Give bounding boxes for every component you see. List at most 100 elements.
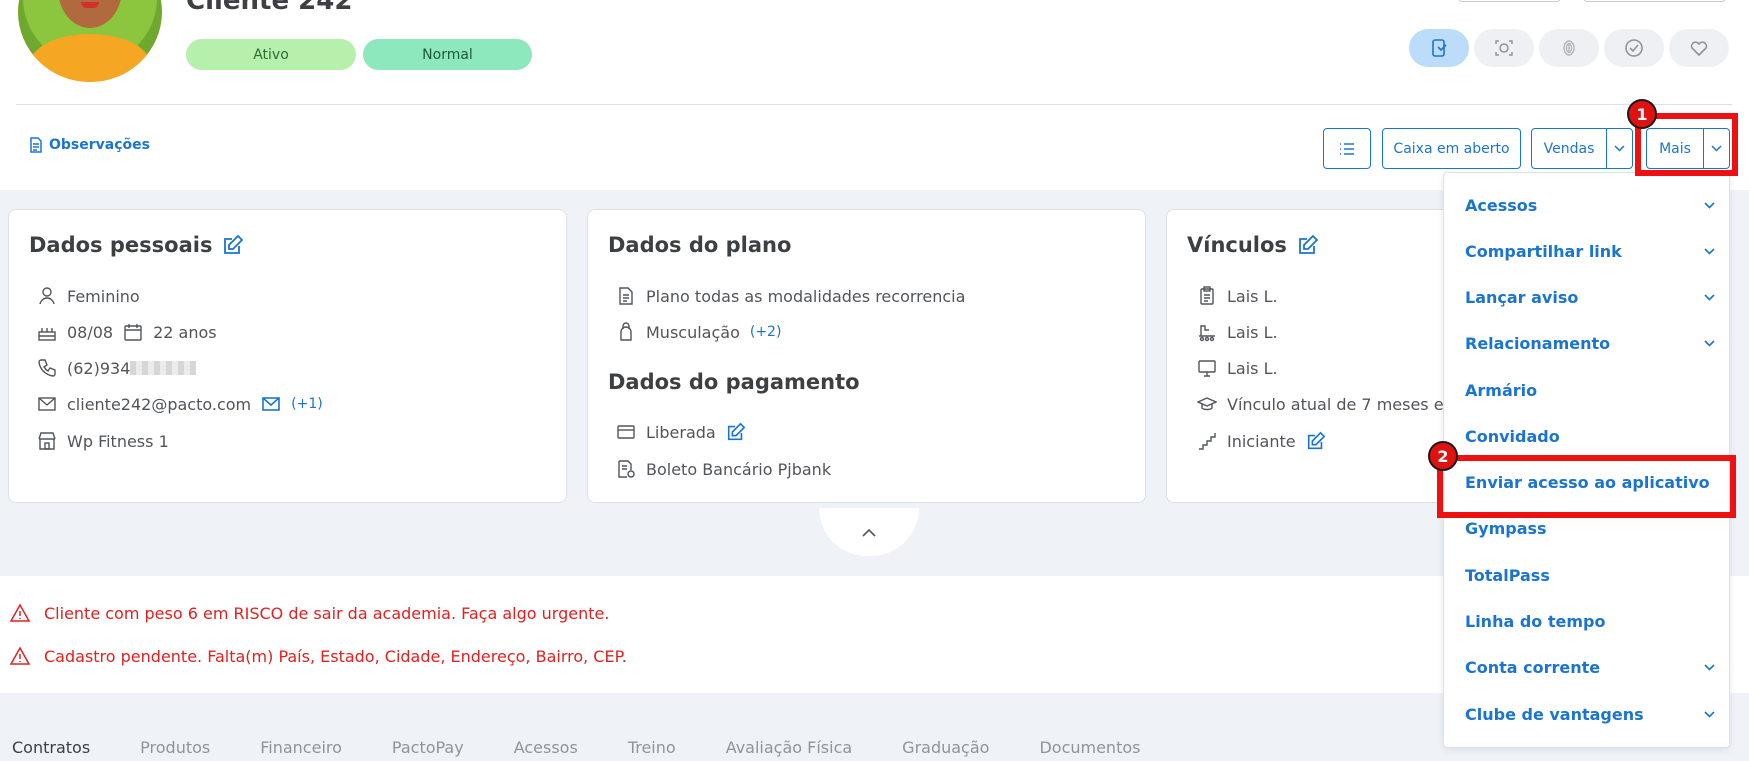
header-top-button[interactable] (1583, 0, 1726, 2)
chevron-down-icon (1704, 663, 1715, 671)
menu-item-compartilhar-link[interactable]: Compartilhar link (1465, 236, 1715, 266)
mobile-icon (1432, 39, 1447, 57)
menu-item-label: Acessos (1465, 195, 1538, 215)
mail-send-icon[interactable] (261, 394, 281, 414)
risk-badge: Normal (363, 39, 532, 70)
stairs-icon (1199, 433, 1216, 450)
menu-item-label: Armário (1465, 380, 1538, 400)
fingerprint-button[interactable] (1539, 29, 1599, 67)
more-modalidades-link[interactable]: (+2) (750, 324, 782, 340)
forma-pagamento-value: Boleto Bancário Pjbank (646, 459, 832, 479)
health-button[interactable] (1669, 29, 1729, 67)
vinculos-title: Vínculos (1187, 233, 1319, 257)
dados-pagamento-title: Dados do pagamento (608, 370, 860, 394)
step-badge: 2 (1428, 441, 1458, 471)
menu-item-linha-do-tempo[interactable]: Linha do tempo (1465, 606, 1715, 636)
menu-item-label: TotalPass (1465, 565, 1550, 585)
menu-item-label: Linha do tempo (1465, 611, 1606, 631)
graduation-cap-icon (1197, 397, 1217, 411)
more-emails-link[interactable]: (+1) (291, 396, 323, 412)
modalidade-row: Musculação (+2) (616, 322, 781, 342)
edit-icon[interactable] (222, 234, 244, 256)
email-value: cliente242@pacto.com (67, 394, 252, 414)
menu-item-convidado[interactable]: Convidado (1465, 421, 1715, 451)
professor-value: Lais L. (1227, 322, 1278, 342)
collapse-button[interactable] (819, 508, 919, 556)
tab-contratos[interactable]: Contratos (12, 738, 90, 761)
edit-icon[interactable] (1297, 234, 1319, 256)
tab-documentos[interactable]: Documentos (1039, 738, 1140, 761)
menu-item-conta-corrente[interactable]: Conta corrente (1465, 652, 1715, 682)
dados-pessoais-card: Dados pessoais Feminino 08/08 22 anos (6… (8, 209, 567, 503)
tab-acessos[interactable]: Acessos (514, 738, 578, 761)
nivel-value: Iniciante (1227, 431, 1296, 451)
mail-icon (38, 397, 56, 411)
credit-card-icon (617, 425, 635, 439)
menu-item-label: Clube de vantagens (1465, 704, 1644, 724)
document-icon (30, 137, 42, 153)
dados-plano-card: Dados do plano Plano todas as modalidade… (587, 209, 1146, 503)
phone-icon (38, 359, 56, 377)
dados-plano-title: Dados do plano (608, 233, 792, 257)
client-tabs: Contratos Produtos Financeiro PactoPay A… (0, 738, 1190, 761)
menu-item-label: Convidado (1465, 426, 1560, 446)
vendas-dropdown-button[interactable] (1606, 128, 1633, 169)
observacoes-link[interactable]: Observações (29, 137, 150, 153)
vinculos-card: Vínculos Lais L. Lais L. Lais L. Vínculo… (1166, 209, 1466, 503)
menu-item-label: Compartilhar link (1465, 241, 1622, 261)
menu-item-label: Lançar aviso (1465, 287, 1579, 307)
chevron-down-icon (1614, 145, 1625, 152)
client-header: Cliente 242 Ativo Normal Observações Cai… (0, 0, 1749, 190)
idade-value: 22 anos (153, 322, 217, 342)
menu-item-relacionamento[interactable]: Relacionamento (1465, 328, 1715, 358)
risk-alert: Cliente com peso 6 em RISCO de sair da a… (10, 603, 609, 623)
vendas-button[interactable]: Vendas (1531, 128, 1607, 169)
menu-item-label: Gympass (1465, 518, 1547, 538)
status-pagamento-value: Liberada (646, 422, 716, 442)
menu-item-armario[interactable]: Armário (1465, 375, 1715, 405)
plano-value: Plano todas as modalidades recorrencia (646, 286, 966, 306)
aniversario-row: 08/08 22 anos (37, 322, 217, 342)
chevron-down-icon (1704, 710, 1715, 718)
modalidade-value: Musculação (646, 322, 740, 342)
clipboard-icon (1200, 286, 1214, 305)
plano-row: Plano todas as modalidades recorrencia (616, 286, 965, 306)
store-icon (38, 432, 56, 450)
tab-treino[interactable]: Treino (628, 738, 676, 761)
menu-item-lancar-aviso[interactable]: Lançar aviso (1465, 282, 1715, 312)
sexo-value: Feminino (67, 286, 140, 306)
tab-graduacao[interactable]: Graduação (902, 738, 989, 761)
consultor-row: Lais L. (1197, 286, 1278, 306)
vinculo-row: Vínculo atual de 7 meses e (1197, 394, 1444, 414)
edit-icon[interactable] (726, 422, 746, 442)
face-scan-icon (1495, 40, 1513, 56)
header-divider (16, 104, 1732, 105)
header-top-button[interactable] (1458, 0, 1561, 2)
menu-item-totalpass[interactable]: TotalPass (1465, 560, 1715, 590)
sexo-row: Feminino (37, 286, 140, 306)
chevron-down-icon (1704, 247, 1715, 255)
empresa-row: Wp Fitness 1 (37, 431, 169, 451)
menu-item-acessos[interactable]: Acessos (1465, 190, 1715, 220)
check-button[interactable] (1604, 29, 1664, 67)
list-button[interactable] (1323, 128, 1371, 169)
chevron-up-icon (862, 528, 876, 537)
tab-pactopay[interactable]: PactoPay (392, 738, 464, 761)
cake-icon (38, 328, 56, 341)
consultor-value: Lais L. (1227, 286, 1278, 306)
caixa-em-aberto-button[interactable]: Caixa em aberto (1382, 128, 1521, 169)
face-recognition-button[interactable] (1474, 29, 1534, 67)
user-icon (39, 287, 55, 305)
menu-item-clube-de-vantagens[interactable]: Clube de vantagens (1465, 699, 1715, 729)
contract-icon (619, 287, 633, 305)
cadastro-alert: Cadastro pendente. Falta(m) País, Estado… (10, 646, 627, 666)
nivel-row: Iniciante (1197, 431, 1326, 451)
mobile-app-button[interactable] (1409, 29, 1469, 67)
tab-avaliacao-fisica[interactable]: Avaliação Física (726, 738, 852, 761)
tab-financeiro[interactable]: Financeiro (260, 738, 342, 761)
atendente-value: Lais L. (1227, 358, 1278, 378)
tab-produtos[interactable]: Produtos (140, 738, 210, 761)
status-badge: Ativo (186, 39, 356, 70)
edit-icon[interactable] (1306, 431, 1326, 451)
atendente-row: Lais L. (1197, 358, 1278, 378)
